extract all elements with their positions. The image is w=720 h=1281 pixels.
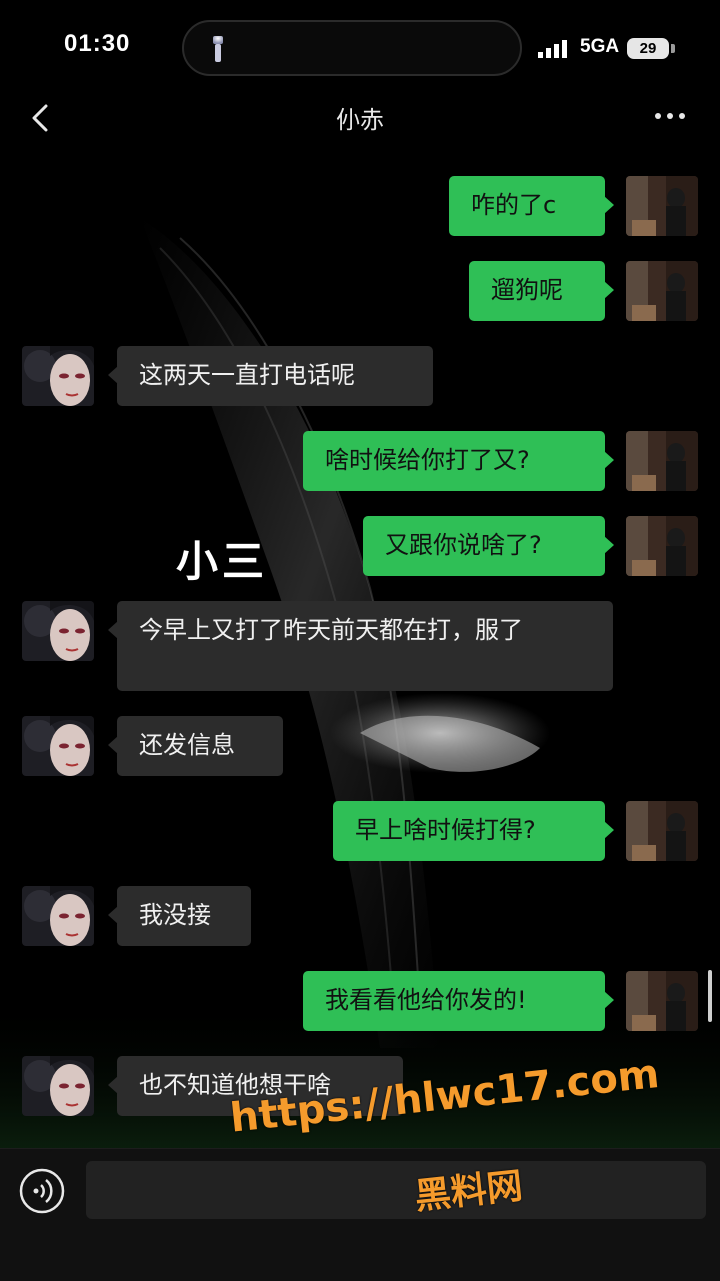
- message-outgoing: 啥时候给你打了又?: [0, 431, 720, 491]
- message-bubble[interactable]: 咋的了c: [449, 176, 614, 236]
- message-bubble[interactable]: 遛狗呢: [469, 261, 614, 321]
- my-avatar[interactable]: [626, 801, 698, 861]
- status-time: 01:30: [64, 30, 131, 57]
- message-bubble[interactable]: 我没接: [108, 886, 251, 946]
- my-avatar[interactable]: [626, 431, 698, 491]
- message-bubble[interactable]: 这两天一直打电话呢: [108, 346, 433, 406]
- message-incoming: 我没接: [0, 886, 720, 946]
- message-outgoing: 遛狗呢: [0, 261, 720, 321]
- message-incoming: 还发信息: [0, 716, 720, 776]
- voice-input-icon[interactable]: [18, 1167, 66, 1215]
- contact-avatar[interactable]: [22, 716, 94, 776]
- scroll-indicator[interactable]: [708, 970, 712, 1022]
- message-bubble[interactable]: 我看看他给你发的!: [303, 971, 614, 1031]
- flashlight-icon: [213, 36, 223, 62]
- contact-avatar[interactable]: [22, 1056, 94, 1116]
- message-outgoing: 早上啥时候打得?: [0, 801, 720, 861]
- message-outgoing: 又跟你说啥了?: [0, 516, 720, 576]
- message-bubble[interactable]: 今早上又打了昨天前天都在打，服了: [108, 601, 613, 691]
- my-avatar[interactable]: [626, 261, 698, 321]
- contact-avatar[interactable]: [22, 886, 94, 946]
- battery-tip: [671, 44, 675, 53]
- signal-icon: [538, 40, 567, 58]
- contact-avatar[interactable]: [22, 346, 94, 406]
- chat-header: 仦赤: [0, 90, 720, 148]
- message-outgoing: 咋的了c: [0, 176, 720, 236]
- input-bar: [0, 1148, 720, 1281]
- my-avatar[interactable]: [626, 971, 698, 1031]
- chat-title: 仦赤: [336, 106, 384, 134]
- message-bubble[interactable]: 啥时候给你打了又?: [303, 431, 614, 491]
- chevron-left-icon[interactable]: [22, 96, 62, 140]
- message-bubble[interactable]: 还发信息: [108, 716, 283, 776]
- message-input[interactable]: [86, 1161, 706, 1219]
- network-type: 5GA: [580, 36, 620, 57]
- my-avatar[interactable]: [626, 176, 698, 236]
- message-bubble[interactable]: 早上啥时候打得?: [333, 801, 614, 861]
- dynamic-island: [182, 20, 522, 76]
- message-outgoing: 我看看他给你发的!: [0, 971, 720, 1031]
- my-avatar[interactable]: [626, 516, 698, 576]
- more-dots-icon[interactable]: [650, 104, 690, 128]
- contact-avatar[interactable]: [22, 601, 94, 661]
- status-bar: 01:30 5GA 29: [0, 0, 720, 90]
- message-bubble[interactable]: 又跟你说啥了?: [363, 516, 614, 576]
- message-incoming: 今早上又打了昨天前天都在打，服了: [0, 601, 720, 691]
- battery-level: 29: [627, 38, 669, 59]
- message-incoming: 这两天一直打电话呢: [0, 346, 720, 406]
